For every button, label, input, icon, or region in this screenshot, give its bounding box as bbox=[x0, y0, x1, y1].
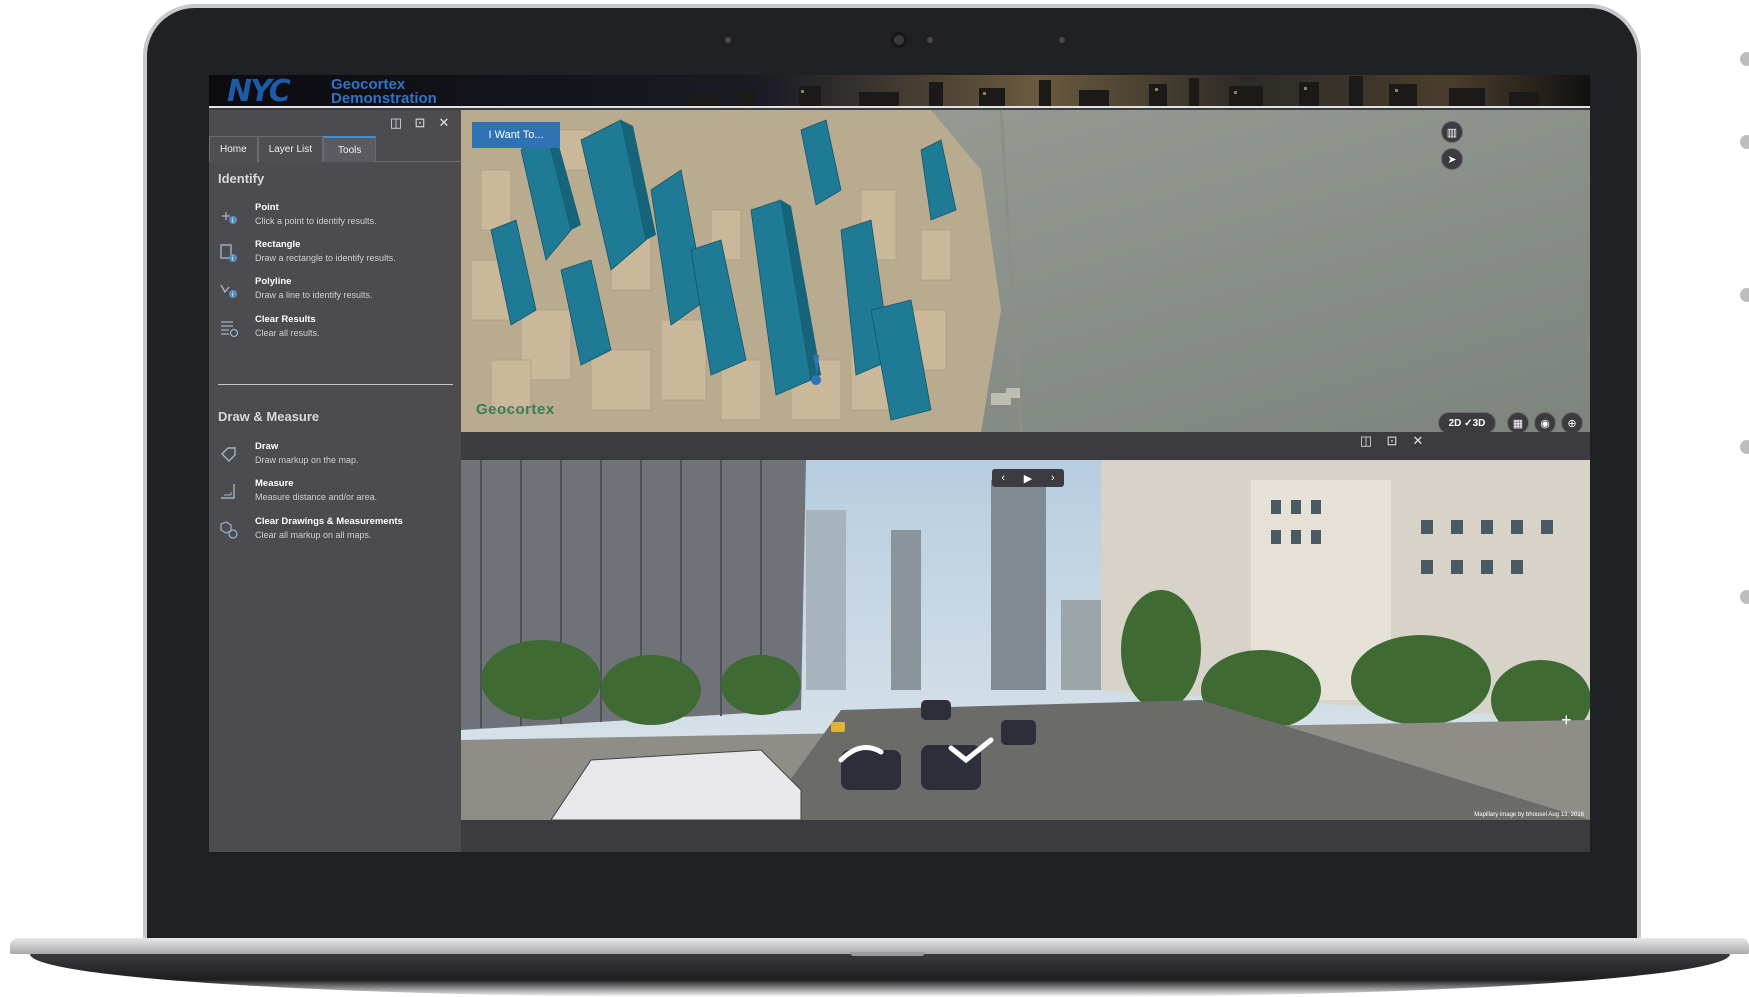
decorative-dot bbox=[1740, 135, 1749, 149]
basemap-icon[interactable]: ▦ bbox=[1507, 412, 1529, 432]
tool-draw[interactable]: Draw Draw markup on the map. bbox=[218, 441, 453, 473]
tool-draw-label: Draw bbox=[255, 441, 279, 452]
expand-panel-icon[interactable]: ⊡ bbox=[413, 116, 427, 130]
tool-point[interactable]: i Point Click a point to identify result… bbox=[218, 202, 453, 234]
play-icon[interactable]: ▶ bbox=[1024, 472, 1032, 485]
dimension-toggle[interactable]: 2D ✓3D bbox=[1438, 412, 1496, 432]
panel-controls: ◫ ⊡ ✕ bbox=[389, 116, 451, 130]
tool-clear-drawings[interactable]: Clear Drawings & Measurements Clear all … bbox=[218, 516, 453, 548]
tool-point-label: Point bbox=[255, 202, 279, 213]
tool-point-desc: Click a point to identify results. bbox=[255, 216, 377, 226]
tab-home[interactable]: Home bbox=[209, 136, 258, 162]
draw-measure-heading: Draw & Measure bbox=[218, 409, 320, 424]
tab-tools[interactable]: Tools bbox=[323, 136, 377, 162]
locate-icon[interactable]: ⊕ bbox=[1561, 412, 1583, 432]
tool-clear-results[interactable]: Clear Results Clear all results. bbox=[218, 314, 453, 346]
tool-polyline[interactable]: i Polyline Draw a line to identify resul… bbox=[218, 276, 453, 308]
sensor-dot bbox=[927, 37, 933, 43]
tab-layer-list[interactable]: Layer List bbox=[257, 136, 324, 162]
draw-icon bbox=[221, 447, 236, 462]
webcam bbox=[891, 32, 907, 48]
map-3d-scene bbox=[461, 110, 1590, 432]
previous-icon[interactable]: ‹ bbox=[1001, 472, 1005, 484]
app-screen: NYC Geocortex Demonstration ◫ ⊡ ✕ Home L… bbox=[209, 75, 1590, 852]
polyline-identify-icon: i bbox=[220, 284, 237, 299]
dock-left-icon[interactable]: ◫ bbox=[1359, 434, 1373, 448]
tools-panel: ◫ ⊡ ✕ Home Layer List Tools Identify i P… bbox=[209, 110, 461, 852]
rectangle-identify-icon: i bbox=[220, 244, 237, 263]
decorative-dot bbox=[1740, 288, 1749, 302]
app-banner: NYC Geocortex Demonstration bbox=[209, 75, 1590, 108]
decorative-dot bbox=[1740, 440, 1749, 454]
tool-rectangle-desc: Draw a rectangle to identify results. bbox=[255, 253, 396, 263]
measure-icon bbox=[221, 484, 235, 499]
tool-draw-desc: Draw markup on the map. bbox=[255, 455, 359, 465]
dock-left-icon[interactable]: ◫ bbox=[389, 116, 403, 130]
street-view-image bbox=[461, 460, 1590, 820]
skyline-graphic bbox=[689, 76, 1539, 106]
clear-results-icon bbox=[221, 321, 239, 338]
decorative-dot bbox=[1740, 590, 1749, 604]
section-divider bbox=[218, 384, 453, 385]
next-icon[interactable]: › bbox=[1051, 472, 1055, 484]
sensor-dot bbox=[1059, 37, 1065, 43]
tool-polyline-desc: Draw a line to identify results. bbox=[255, 290, 373, 300]
expand-panel-icon[interactable]: ⊡ bbox=[1385, 434, 1399, 448]
street-view-panel[interactable]: ‹ ▶ › + Mapillary image by bhousel Aug 1… bbox=[461, 460, 1590, 820]
map-3d-view[interactable]: I Want To... Geocortex ▥ ➤ 2D ✓3D ▦ ◉ ⊕ bbox=[461, 110, 1590, 432]
clear-drawings-icon bbox=[220, 521, 238, 539]
tool-clear-results-label: Clear Results bbox=[255, 314, 316, 325]
laptop-base-shadow bbox=[30, 954, 1730, 997]
tool-measure-label: Measure bbox=[255, 478, 294, 489]
app-title: Geocortex Demonstration bbox=[331, 77, 437, 107]
identify-heading: Identify bbox=[218, 171, 265, 186]
geocortex-watermark: Geocortex bbox=[476, 401, 555, 418]
zoom-in-icon[interactable]: + bbox=[1561, 710, 1572, 731]
image-attribution: Mapillary image by bhousel Aug 13, 2016 bbox=[1474, 812, 1584, 818]
tool-polyline-label: Polyline bbox=[255, 276, 292, 287]
compass-icon[interactable]: ➤ bbox=[1441, 148, 1463, 170]
tool-rectangle-label: Rectangle bbox=[255, 239, 301, 250]
close-icon[interactable]: ✕ bbox=[1411, 434, 1425, 448]
tool-clear-results-desc: Clear all results. bbox=[255, 328, 320, 338]
point-identify-icon: i bbox=[222, 212, 237, 225]
user-location-icon[interactable]: ◉ bbox=[1534, 412, 1556, 432]
streetview-controls: ◫ ⊡ ✕ bbox=[1359, 434, 1425, 448]
i-want-to-button[interactable]: I Want To... bbox=[472, 122, 560, 148]
close-icon[interactable]: ✕ bbox=[437, 116, 451, 130]
tool-rectangle[interactable]: i Rectangle Draw a rectangle to identify… bbox=[218, 239, 453, 271]
decorative-dot bbox=[1740, 52, 1749, 66]
nyc-logo: NYC bbox=[227, 75, 291, 109]
sensor-dot bbox=[725, 37, 731, 43]
app-title-line2: Demonstration bbox=[331, 90, 437, 107]
streetview-nav: ‹ ▶ › bbox=[992, 469, 1064, 487]
tool-clear-drawings-desc: Clear all markup on all maps. bbox=[255, 530, 372, 540]
laptop-notch bbox=[850, 952, 925, 956]
bookmarks-icon[interactable]: ▥ bbox=[1441, 121, 1463, 143]
tool-measure-desc: Measure distance and/or area. bbox=[255, 492, 378, 502]
panel-tabs: Home Layer List Tools bbox=[209, 136, 461, 162]
tool-clear-drawings-label: Clear Drawings & Measurements bbox=[255, 516, 403, 527]
tool-measure[interactable]: Measure Measure distance and/or area. bbox=[218, 478, 453, 510]
